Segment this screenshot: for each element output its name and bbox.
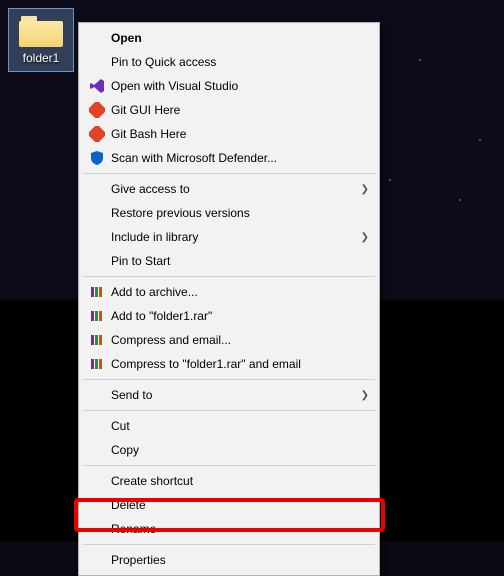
blank-icon <box>87 29 107 47</box>
menu-label: Compress to "folder1.rar" and email <box>111 357 369 371</box>
blank-icon <box>87 441 107 459</box>
menu-label: Send to <box>111 388 355 402</box>
blank-icon <box>87 252 107 270</box>
blank-icon <box>87 417 107 435</box>
menu-label: Give access to <box>111 182 355 196</box>
desktop-folder-icon[interactable]: folder1 <box>8 8 74 72</box>
menu-add-archive[interactable]: Add to archive... <box>81 280 377 304</box>
menu-label: Open <box>111 31 369 45</box>
menu-copy[interactable]: Copy <box>81 438 377 462</box>
menu-label: Include in library <box>111 230 355 244</box>
menu-label: Git Bash Here <box>111 127 369 141</box>
menu-separator <box>83 544 375 545</box>
menu-git-gui[interactable]: Git GUI Here <box>81 98 377 122</box>
blank-icon <box>87 53 107 71</box>
chevron-right-icon: ❯ <box>361 232 369 243</box>
menu-separator <box>83 173 375 174</box>
menu-label: Cut <box>111 419 369 433</box>
blank-icon <box>87 551 107 569</box>
blank-icon <box>87 472 107 490</box>
menu-label: Git GUI Here <box>111 103 369 117</box>
menu-label: Pin to Quick access <box>111 55 369 69</box>
menu-label: Delete <box>111 498 369 512</box>
menu-give-access[interactable]: Give access to ❯ <box>81 177 377 201</box>
menu-add-rar[interactable]: Add to "folder1.rar" <box>81 304 377 328</box>
menu-label: Properties <box>111 553 369 567</box>
blank-icon <box>87 228 107 246</box>
git-icon <box>87 101 107 119</box>
menu-create-shortcut[interactable]: Create shortcut <box>81 469 377 493</box>
menu-restore-previous[interactable]: Restore previous versions <box>81 201 377 225</box>
winrar-books-icon <box>87 283 107 301</box>
menu-label: Create shortcut <box>111 474 369 488</box>
menu-label: Open with Visual Studio <box>111 79 369 93</box>
menu-label: Pin to Start <box>111 254 369 268</box>
menu-cut[interactable]: Cut <box>81 414 377 438</box>
defender-shield-icon <box>87 149 107 167</box>
menu-separator <box>83 276 375 277</box>
blank-icon <box>87 204 107 222</box>
menu-separator <box>83 379 375 380</box>
menu-git-bash[interactable]: Git Bash Here <box>81 122 377 146</box>
menu-properties[interactable]: Properties <box>81 548 377 572</box>
menu-scan-defender[interactable]: Scan with Microsoft Defender... <box>81 146 377 170</box>
blank-icon <box>87 520 107 538</box>
menu-label: Rename <box>111 522 369 536</box>
menu-separator <box>83 410 375 411</box>
visual-studio-icon <box>87 77 107 95</box>
winrar-books-icon <box>87 355 107 373</box>
menu-open-visual-studio[interactable]: Open with Visual Studio <box>81 74 377 98</box>
winrar-books-icon <box>87 307 107 325</box>
winrar-books-icon <box>87 331 107 349</box>
menu-compress-rar-email[interactable]: Compress to "folder1.rar" and email <box>81 352 377 376</box>
blank-icon <box>87 496 107 514</box>
folder-icon <box>19 13 63 47</box>
menu-include-library[interactable]: Include in library ❯ <box>81 225 377 249</box>
menu-rename[interactable]: Rename <box>81 517 377 541</box>
menu-label: Add to "folder1.rar" <box>111 309 369 323</box>
chevron-right-icon: ❯ <box>361 390 369 401</box>
menu-separator <box>83 465 375 466</box>
blank-icon <box>87 180 107 198</box>
menu-label: Restore previous versions <box>111 206 369 220</box>
git-icon <box>87 125 107 143</box>
menu-open[interactable]: Open <box>81 26 377 50</box>
blank-icon <box>87 386 107 404</box>
menu-pin-quick-access[interactable]: Pin to Quick access <box>81 50 377 74</box>
menu-label: Copy <box>111 443 369 457</box>
menu-pin-start[interactable]: Pin to Start <box>81 249 377 273</box>
menu-label: Add to archive... <box>111 285 369 299</box>
menu-label: Compress and email... <box>111 333 369 347</box>
menu-send-to[interactable]: Send to ❯ <box>81 383 377 407</box>
desktop-icon-label: folder1 <box>11 51 71 65</box>
menu-delete[interactable]: Delete <box>81 493 377 517</box>
menu-compress-email[interactable]: Compress and email... <box>81 328 377 352</box>
context-menu: Open Pin to Quick access Open with Visua… <box>78 22 380 576</box>
chevron-right-icon: ❯ <box>361 184 369 195</box>
menu-label: Scan with Microsoft Defender... <box>111 151 369 165</box>
